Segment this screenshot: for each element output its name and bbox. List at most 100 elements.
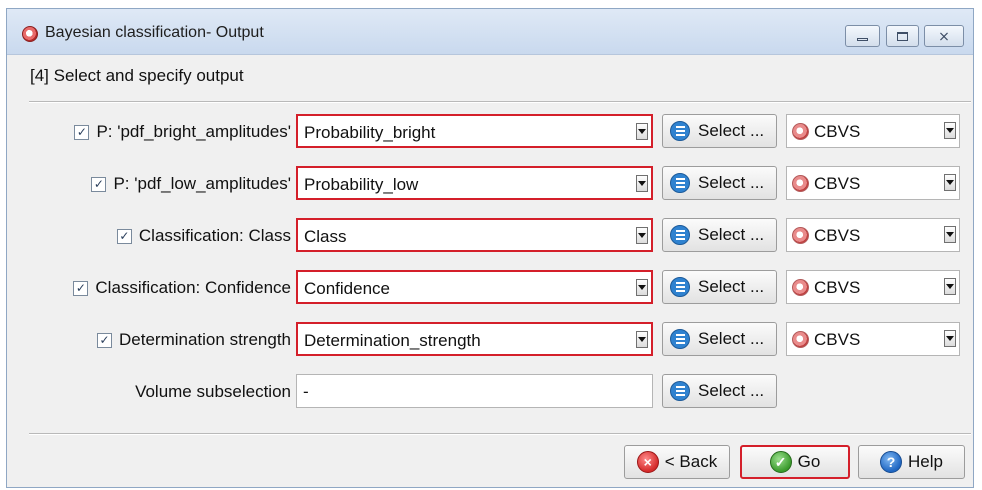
select-button-label: Select ...	[698, 121, 765, 140]
output-name-value: Class	[304, 227, 347, 246]
output-name-combo[interactable]: Probability_low	[296, 166, 653, 200]
output-label: ✓ P: 'pdf_bright_amplitudes'	[74, 114, 291, 150]
output-row-bright: ✓ P: 'pdf_bright_amplitudes' Probability…	[7, 114, 973, 150]
top-divider	[29, 101, 971, 103]
subselection-select-button[interactable]: Select ...	[662, 374, 777, 408]
format-value: CBVS	[814, 174, 861, 193]
output-checkbox[interactable]: ✓	[116, 228, 132, 244]
go-button-label: Go	[797, 452, 821, 471]
window-title: Bayesian classification- Output	[45, 24, 264, 41]
list-select-icon	[670, 329, 690, 349]
output-label-text: Determination strength	[119, 330, 291, 349]
cancel-x-icon: ×	[636, 451, 659, 473]
green-check-icon: ✓	[769, 451, 792, 473]
select-button-label: Select ...	[698, 225, 765, 244]
help-button[interactable]: ? Help	[858, 445, 965, 479]
maximize-button[interactable]	[886, 25, 919, 47]
close-button[interactable]: ⨯	[924, 25, 964, 47]
output-name-value: Confidence	[304, 279, 391, 298]
help-button-label: Help	[908, 452, 943, 471]
format-value: CBVS	[814, 278, 861, 297]
combo-arrow-icon[interactable]	[944, 174, 956, 191]
dialog-window: Bayesian classification- Output ⨯ [4] Se…	[6, 8, 974, 488]
cbvs-format-icon	[792, 331, 809, 348]
format-value: CBVS	[814, 330, 861, 349]
combo-arrow-icon[interactable]	[636, 331, 648, 348]
subselection-field[interactable]: -	[296, 374, 653, 408]
output-row-class: ✓ Classification: Class Class Select ...…	[7, 218, 973, 254]
combo-arrow-icon[interactable]	[636, 279, 648, 296]
output-checkbox[interactable]: ✓	[74, 124, 90, 140]
select-button[interactable]: Select ...	[662, 270, 777, 304]
title-bar[interactable]: Bayesian classification- Output ⨯	[7, 9, 973, 55]
bottom-divider	[29, 433, 971, 435]
go-button[interactable]: ✓ Go	[740, 445, 850, 479]
output-checkbox[interactable]: ✓	[91, 176, 107, 192]
output-label-text: P: 'pdf_low_amplitudes'	[113, 174, 291, 193]
output-name-combo[interactable]: Probability_bright	[296, 114, 653, 148]
format-value: CBVS	[814, 122, 861, 141]
back-button[interactable]: × < Back	[624, 445, 730, 479]
maximize-icon	[897, 31, 908, 41]
format-combo[interactable]: CBVS	[786, 166, 960, 200]
output-label: ✓ Classification: Confidence	[73, 270, 291, 306]
output-label: ✓ P: 'pdf_low_amplitudes'	[91, 166, 291, 202]
format-combo[interactable]: CBVS	[786, 114, 960, 148]
output-checkbox[interactable]: ✓	[73, 280, 89, 296]
cbvs-format-icon	[792, 175, 809, 192]
select-button-label: Select ...	[698, 329, 765, 348]
output-name-combo[interactable]: Confidence	[296, 270, 653, 304]
volume-subselection-row: Volume subselection - Select ...	[7, 374, 973, 410]
back-button-label: < Back	[664, 452, 718, 471]
format-combo[interactable]: CBVS	[786, 218, 960, 252]
subselection-label: Volume subselection	[135, 374, 291, 410]
output-name-combo[interactable]: Class	[296, 218, 653, 252]
combo-arrow-icon[interactable]	[944, 278, 956, 295]
format-combo[interactable]: CBVS	[786, 270, 960, 304]
output-name-value: Probability_bright	[304, 123, 436, 142]
subselection-label-text: Volume subselection	[135, 382, 291, 401]
select-button-label: Select ...	[698, 173, 765, 192]
combo-arrow-icon[interactable]	[944, 330, 956, 347]
cbvs-format-icon	[792, 123, 809, 140]
output-row-confidence: ✓ Classification: Confidence Confidence …	[7, 270, 973, 306]
step-title: [4] Select and specify output	[30, 66, 244, 85]
select-button[interactable]: Select ...	[662, 218, 777, 252]
list-select-icon	[670, 225, 690, 245]
cbvs-format-icon	[792, 227, 809, 244]
output-checkbox[interactable]: ✓	[97, 332, 113, 348]
select-button[interactable]: Select ...	[662, 322, 777, 356]
combo-arrow-icon[interactable]	[636, 227, 648, 244]
cbvs-format-icon	[792, 279, 809, 296]
output-label-text: Classification: Class	[138, 226, 291, 245]
select-button-label: Select ...	[698, 277, 765, 296]
format-combo[interactable]: CBVS	[786, 322, 960, 356]
list-select-icon	[670, 121, 690, 141]
output-label: ✓ Classification: Class	[116, 218, 291, 254]
output-name-combo[interactable]: Determination_strength	[296, 322, 653, 356]
select-button-label: Select ...	[698, 381, 765, 400]
output-label-text: Classification: Confidence	[95, 278, 291, 297]
close-icon: ⨯	[938, 28, 950, 44]
subselection-value: -	[303, 382, 309, 401]
app-icon	[22, 26, 38, 42]
minimize-icon	[857, 38, 868, 41]
combo-arrow-icon[interactable]	[944, 122, 956, 139]
combo-arrow-icon[interactable]	[636, 123, 648, 140]
output-row-low: ✓ P: 'pdf_low_amplitudes' Probability_lo…	[7, 166, 973, 202]
output-label-text: P: 'pdf_bright_amplitudes'	[96, 122, 291, 141]
list-select-icon	[670, 381, 690, 401]
combo-arrow-icon[interactable]	[944, 226, 956, 243]
output-name-value: Probability_low	[304, 175, 419, 194]
select-button[interactable]: Select ...	[662, 114, 777, 148]
select-button[interactable]: Select ...	[662, 166, 777, 200]
minimize-button[interactable]	[845, 25, 880, 47]
output-label: ✓ Determination strength	[97, 322, 291, 358]
format-value: CBVS	[814, 226, 861, 245]
output-row-determination: ✓ Determination strength Determination_s…	[7, 322, 973, 358]
list-select-icon	[670, 173, 690, 193]
list-select-icon	[670, 277, 690, 297]
question-icon: ?	[880, 451, 903, 473]
combo-arrow-icon[interactable]	[636, 175, 648, 192]
output-name-value: Determination_strength	[304, 331, 481, 350]
